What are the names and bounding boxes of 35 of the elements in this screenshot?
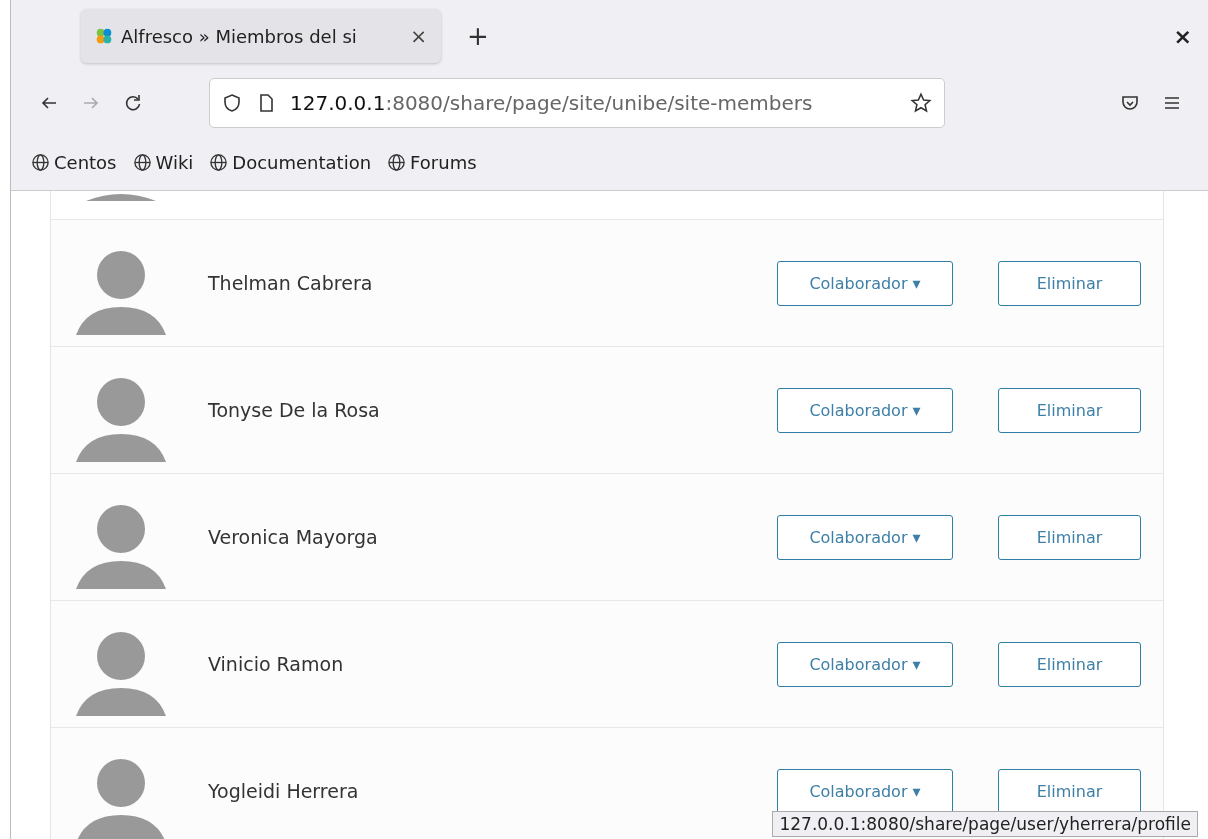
role-dropdown-button[interactable]: Colaborador ▾ [777,514,953,560]
remove-button[interactable]: Eliminar [998,768,1141,814]
member-name[interactable]: Thelman Cabrera [208,272,373,294]
globe-icon [132,152,152,172]
remove-button[interactable]: Eliminar [998,514,1141,560]
browser-tab[interactable]: Alfresco » Miembros del si × [81,9,441,63]
member-name[interactable]: Yogleidi Herrera [208,780,359,802]
role-dropdown-button[interactable]: Colaborador ▾ [777,641,953,687]
new-tab-button[interactable]: + [467,21,489,51]
member-name[interactable]: Tonyse De la Rosa [208,399,380,421]
bookmark-link[interactable]: Forums [387,151,477,173]
bookmark-link[interactable]: Documentation [209,151,372,173]
globe-icon [209,152,229,172]
role-dropdown-button[interactable]: Colaborador ▾ [777,768,953,814]
address-bar[interactable]: 127.0.0.1:8080/share/page/site/unibe/site-members [209,78,945,128]
remove-button[interactable]: Eliminar [998,641,1141,687]
role-dropdown-button[interactable]: Colaborador ▾ [777,387,953,433]
star-icon[interactable] [910,92,932,114]
shield-icon [222,93,242,113]
url-text: 127.0.0.1:8080/share/page/site/unibe/site-members [290,91,814,115]
globe-icon [387,152,407,172]
member-name[interactable]: Veronica Mayorga [208,526,378,548]
bookmark-link[interactable]: Centos [31,151,117,173]
member-name[interactable]: Vinicio Ramon [208,653,344,675]
role-dropdown-button[interactable]: Colaborador ▾ [777,260,953,306]
reload-icon[interactable] [123,93,143,113]
remove-button[interactable]: Eliminar [998,387,1141,433]
window-close-button[interactable]: × [1173,23,1192,49]
remove-button[interactable]: Eliminar [998,260,1141,306]
tab-close-button[interactable]: × [410,24,427,48]
tab-title: Alfresco » Miembros del si [121,25,358,47]
bookmark-link[interactable]: Wiki [132,151,194,173]
globe-icon [31,152,50,172]
status-url: 127.0.0.1:8080/share/page/user/yherrera/profile [772,811,1198,837]
pocket-icon[interactable] [1120,93,1140,113]
